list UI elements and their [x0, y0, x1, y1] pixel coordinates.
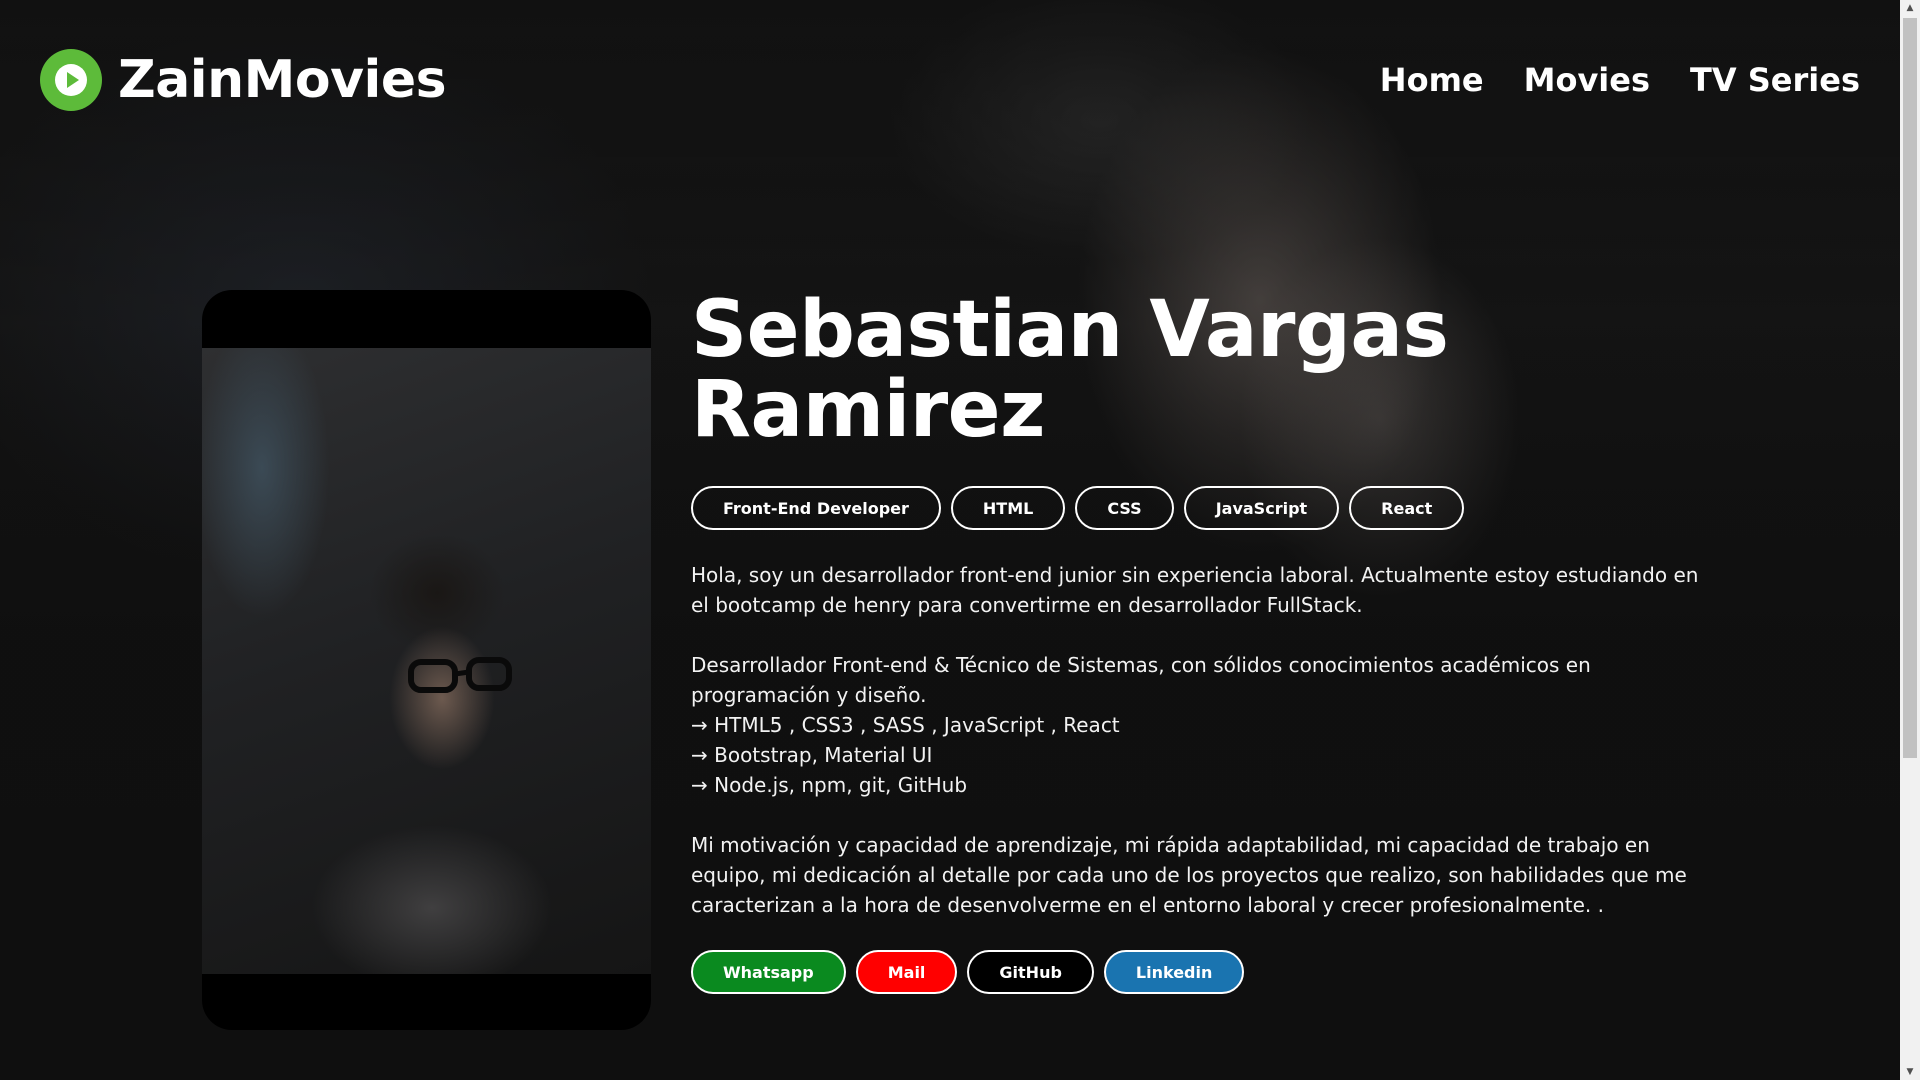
github-button[interactable]: GitHub: [967, 950, 1094, 994]
scrollbar-thumb[interactable]: [1903, 18, 1917, 758]
main-nav: Home Movies TV Series: [1380, 61, 1860, 99]
whatsapp-button[interactable]: Whatsapp: [691, 950, 846, 994]
skill-line: → HTML5 , CSS3 , SASS , JavaScript , Rea…: [691, 713, 1120, 737]
tag-html[interactable]: HTML: [950, 486, 1066, 530]
glasses-detail: [408, 657, 512, 693]
nav-home[interactable]: Home: [1380, 61, 1484, 99]
page-scrollbar[interactable]: ▲ ▼: [1900, 0, 1920, 1080]
skill-tags: Front-End Developer HTML CSS JavaScript …: [691, 486, 1701, 530]
nav-tv-series[interactable]: TV Series: [1690, 61, 1860, 99]
tag-css[interactable]: CSS: [1075, 486, 1174, 530]
bio-skills-intro: Desarrollador Front-end & Técnico de Sis…: [691, 653, 1591, 707]
tag-front-end-developer[interactable]: Front-End Developer: [691, 486, 941, 530]
skill-line: → Node.js, npm, git, GitHub: [691, 773, 968, 797]
mail-button[interactable]: Mail: [855, 950, 958, 994]
profile-info: Sebastian Vargas Ramirez Front-End Devel…: [691, 290, 1701, 1030]
play-circle-icon: [40, 49, 102, 111]
site-header: ZainMovies Home Movies TV Series: [0, 0, 1900, 160]
bio-intro: Hola, soy un desarrollador front-end jun…: [691, 563, 1699, 617]
bio-motivation: Mi motivación y capacidad de aprendizaje…: [691, 833, 1687, 917]
brand-name: ZainMovies: [118, 50, 447, 110]
linkedin-button[interactable]: Linkedin: [1103, 950, 1245, 994]
brand-logo[interactable]: ZainMovies: [40, 49, 447, 111]
tag-javascript[interactable]: JavaScript: [1183, 486, 1340, 530]
bio-skills: Desarrollador Front-end & Técnico de Sis…: [691, 650, 1701, 800]
profile-section: Sebastian Vargas Ramirez Front-End Devel…: [202, 290, 1701, 1030]
tag-react[interactable]: React: [1349, 486, 1465, 530]
contact-buttons: Whatsapp Mail GitHub Linkedin: [691, 950, 1701, 994]
profile-bio: Hola, soy un desarrollador front-end jun…: [691, 560, 1701, 920]
nav-movies[interactable]: Movies: [1524, 61, 1650, 99]
profile-name: Sebastian Vargas Ramirez: [691, 285, 1449, 455]
skill-line: → Bootstrap, Material UI: [691, 743, 933, 767]
profile-photo: [202, 348, 651, 974]
scroll-up-icon[interactable]: ▲: [1900, 0, 1920, 16]
scroll-down-icon[interactable]: ▼: [1900, 1064, 1920, 1080]
profile-poster: [202, 290, 651, 1030]
